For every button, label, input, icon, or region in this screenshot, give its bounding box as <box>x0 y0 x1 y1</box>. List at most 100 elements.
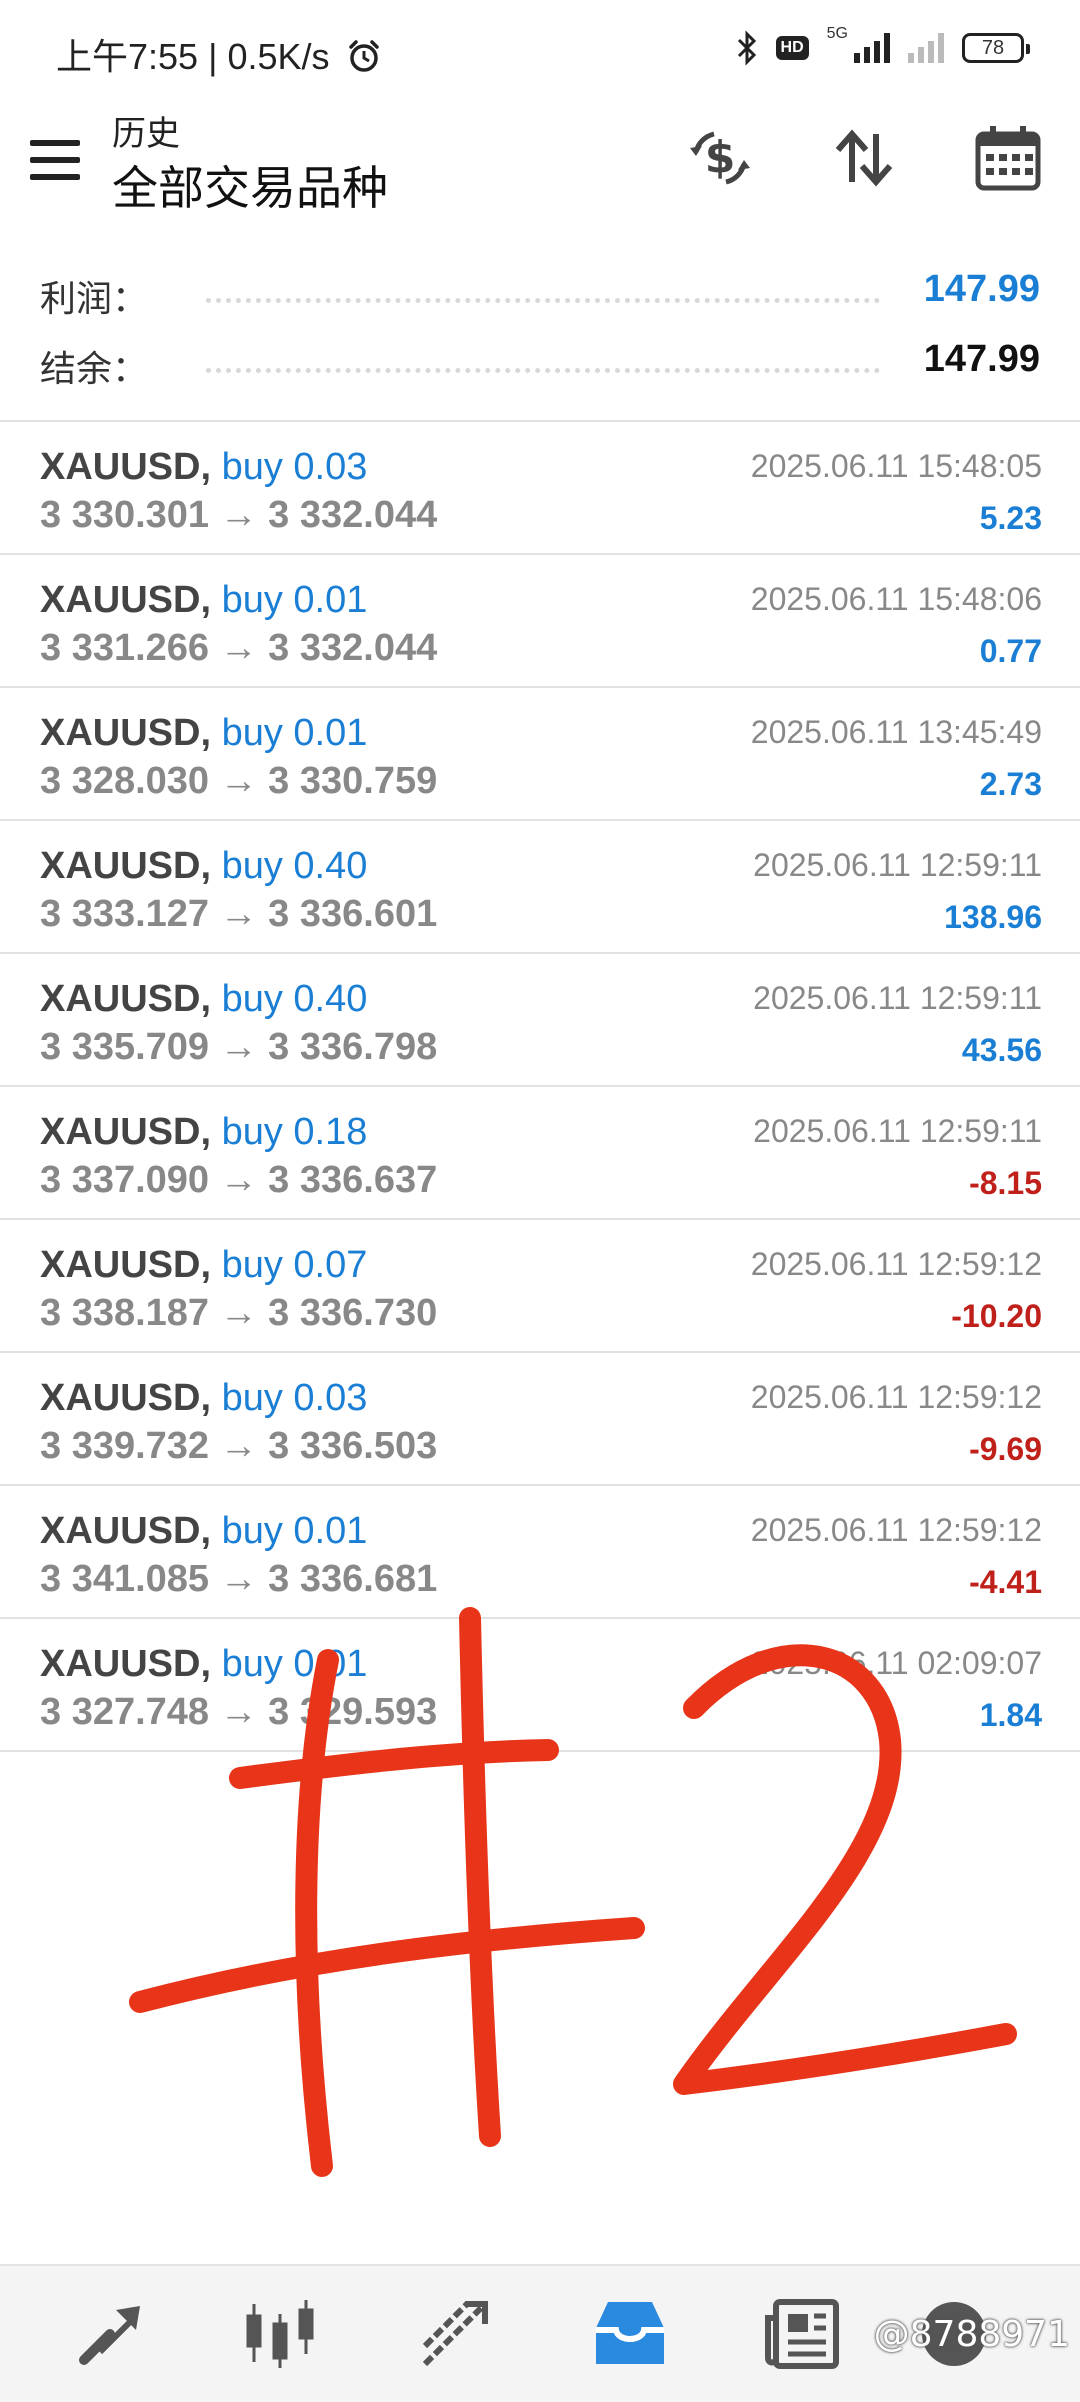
trade-row[interactable]: XAUUSD, buy 0.40 3 333.127 → 3 336.601 202… <box>0 821 1080 954</box>
trade-profit: -4.41 <box>969 1564 1042 1600</box>
trade-symbol: XAUUSD, buy 0.01 <box>40 1510 367 1553</box>
trade-profit: 0.77 <box>979 633 1042 669</box>
trade-profit: -8.15 <box>969 1165 1042 1201</box>
balance-value: 147.99 <box>923 338 1040 380</box>
trade-list: XAUUSD, buy 0.03 3 330.301 → 3 332.044 202… <box>0 422 1080 1752</box>
symbol-name: XAUUSD, <box>40 712 212 754</box>
trade-symbol: XAUUSD, buy 0.01 <box>40 712 367 755</box>
symbol-name: XAUUSD, <box>40 579 212 621</box>
trade-symbol: XAUUSD, buy 0.40 <box>40 978 367 1021</box>
page-subtitle: 历史 <box>112 115 180 153</box>
trade-symbol: XAUUSD, buy 0.07 <box>40 1244 367 1287</box>
trade-side-volume: buy 0.07 <box>221 1244 368 1286</box>
trade-symbol: XAUUSD, buy 0.01 <box>40 1643 367 1686</box>
symbol-name: XAUUSD, <box>40 978 212 1020</box>
signal-weak-icon <box>908 33 944 63</box>
bottom-navigation: @8788971 <box>0 2264 1080 2402</box>
trade-profit: -9.69 <box>969 1431 1042 1467</box>
trade-profit: -10.20 <box>951 1298 1042 1334</box>
trade-profit: 2.73 <box>979 766 1042 802</box>
trade-time: 2025.06.11 13:45:49 <box>750 714 1042 750</box>
trade-prices: 3 335.709 → 3 336.798 <box>40 1026 438 1068</box>
battery-icon: 78 <box>962 33 1030 63</box>
trade-prices: 3 341.085 → 3 336.681 <box>40 1558 438 1600</box>
trade-time: 2025.06.11 12:59:12 <box>750 1512 1042 1548</box>
trade-prices: 3 338.187 → 3 336.730 <box>40 1292 438 1334</box>
calendar-icon[interactable] <box>972 122 1044 194</box>
trade-prices: 3 327.748 → 3 329.593 <box>40 1691 438 1733</box>
trade-side-volume: buy 0.01 <box>221 712 368 754</box>
status-time-speed: 上午7:55 | 0.5K/s <box>56 28 382 80</box>
currency-exchange-icon[interactable]: $ <box>684 122 756 194</box>
trade-prices: 3 337.090 → 3 336.637 <box>40 1159 438 1201</box>
network-type: 5G <box>826 25 848 42</box>
trade-side-volume: buy 0.01 <box>221 579 368 621</box>
dotted-leader <box>206 298 880 303</box>
trade-profit: 1.84 <box>979 1697 1042 1733</box>
svg-text:$: $ <box>705 132 736 183</box>
sort-icon[interactable] <box>828 122 900 194</box>
trade-time: 2025.06.11 15:48:06 <box>750 581 1042 617</box>
symbol-name: XAUUSD, <box>40 845 212 887</box>
symbol-name: XAUUSD, <box>40 1244 212 1286</box>
trade-row[interactable]: XAUUSD, buy 0.40 3 335.709 → 3 336.798 202… <box>0 954 1080 1087</box>
balance-label: 结余： <box>40 348 149 389</box>
symbol-name: XAUUSD, <box>40 1510 212 1552</box>
trade-time: 2025.06.11 12:59:11 <box>753 847 1042 883</box>
trade-row[interactable]: XAUUSD, buy 0.01 3 331.266 → 3 332.044 202… <box>0 555 1080 688</box>
trade-row[interactable]: XAUUSD, buy 0.01 3 327.748 → 3 329.593 202… <box>0 1619 1080 1752</box>
trade-side-volume: buy 0.03 <box>221 1377 368 1419</box>
trade-time: 2025.06.11 12:59:11 <box>753 980 1042 1016</box>
trade-row[interactable]: XAUUSD, buy 0.18 3 337.090 → 3 336.637 202… <box>0 1087 1080 1220</box>
news-icon[interactable] <box>762 2294 842 2374</box>
trade-prices: 3 330.301 → 3 332.044 <box>40 494 438 536</box>
balance-row: 结余： 147.99 <box>0 328 1080 398</box>
trade-side-volume: buy 0.03 <box>221 446 368 488</box>
trade-side-volume: buy 0.01 <box>221 1510 368 1552</box>
trade-row[interactable]: XAUUSD, buy 0.03 3 339.732 → 3 336.503 202… <box>0 1353 1080 1486</box>
trade-prices: 3 328.030 → 3 330.759 <box>40 760 438 802</box>
trade-row[interactable]: XAUUSD, buy 0.07 3 338.187 → 3 336.730 202… <box>0 1220 1080 1353</box>
page-title[interactable]: 全部交易品种 <box>112 152 388 218</box>
trade-icon[interactable] <box>415 2294 495 2374</box>
chart-icon[interactable] <box>240 2294 320 2374</box>
symbol-name: XAUUSD, <box>40 446 212 488</box>
trade-symbol: XAUUSD, buy 0.40 <box>40 845 367 888</box>
trade-side-volume: buy 0.01 <box>221 1643 368 1685</box>
trade-row[interactable]: XAUUSD, buy 0.01 3 328.030 → 3 330.759 202… <box>0 688 1080 821</box>
trade-row[interactable]: XAUUSD, buy 0.03 3 330.301 → 3 332.044 202… <box>0 422 1080 555</box>
trade-time: 2025.06.11 15:48:05 <box>750 448 1042 484</box>
watermark: @8788971 <box>873 2314 1070 2355</box>
trade-prices: 3 331.266 → 3 332.044 <box>40 627 438 669</box>
symbol-name: XAUUSD, <box>40 1643 212 1685</box>
signal-strength-icon <box>854 33 890 63</box>
quotes-icon[interactable] <box>70 2294 150 2374</box>
trade-time: 2025.06.11 12:59:12 <box>750 1246 1042 1282</box>
trade-symbol: XAUUSD, buy 0.18 <box>40 1111 367 1154</box>
trade-profit: 43.56 <box>961 1032 1042 1068</box>
profit-row: 利润： 147.99 <box>0 258 1080 328</box>
symbol-name: XAUUSD, <box>40 1377 212 1419</box>
bluetooth-icon <box>737 30 756 66</box>
app-header: 历史 全部交易品种 $ <box>0 100 1080 232</box>
trade-time: 2025.06.11 02:09:07 <box>750 1645 1042 1681</box>
alarm-icon <box>348 40 379 72</box>
net-speed: 0.5K/s <box>227 36 330 77</box>
trade-profit: 5.23 <box>979 500 1042 536</box>
symbol-name: XAUUSD, <box>40 1111 212 1153</box>
profit-value: 147.99 <box>923 268 1040 310</box>
trade-side-volume: buy 0.40 <box>221 845 368 887</box>
status-icons: HD 5G 78 <box>736 25 1030 66</box>
trade-time: 2025.06.11 12:59:12 <box>750 1379 1042 1415</box>
trade-symbol: XAUUSD, buy 0.03 <box>40 1377 367 1420</box>
trade-symbol: XAUUSD, buy 0.03 <box>40 446 367 489</box>
history-icon[interactable] <box>590 2294 670 2374</box>
status-time: 上午7:55 <box>56 36 199 77</box>
trade-row[interactable]: XAUUSD, buy 0.01 3 341.085 → 3 336.681 202… <box>0 1486 1080 1619</box>
status-bar: 上午7:55 | 0.5K/s HD 5G 78 <box>0 0 1080 100</box>
profit-label: 利润： <box>40 278 149 319</box>
trade-profit: 138.96 <box>944 899 1042 935</box>
menu-button[interactable] <box>30 140 80 180</box>
trade-side-volume: buy 0.18 <box>221 1111 368 1153</box>
trade-prices: 3 339.732 → 3 336.503 <box>40 1425 438 1467</box>
